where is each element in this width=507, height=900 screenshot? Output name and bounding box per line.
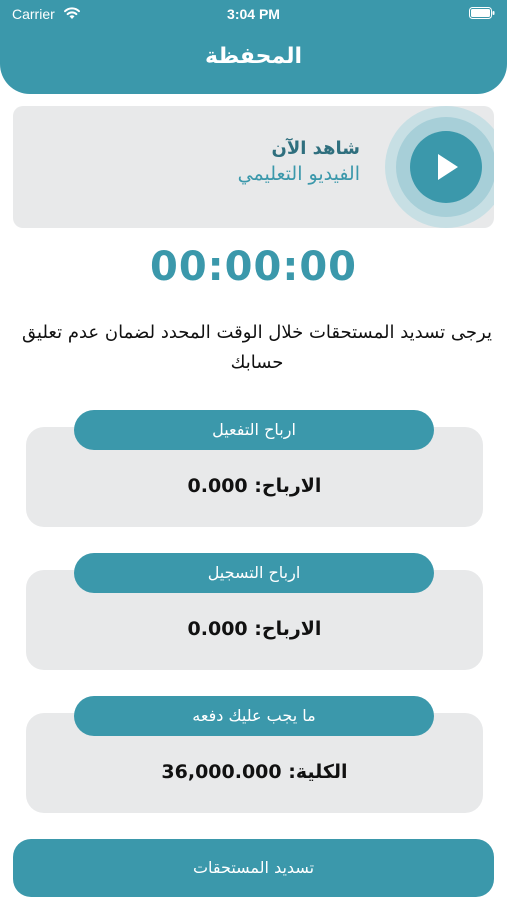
earnings-value: 0.000 xyxy=(187,475,248,497)
app-header: Carrier 3:04 PM المحفظة xyxy=(0,0,507,94)
activation-earnings-value-row: الارباح: 0.000 xyxy=(26,475,483,497)
activation-earnings-label: ارباح التفعيل xyxy=(74,410,434,450)
play-icon xyxy=(438,154,458,180)
earnings-value: 0.000 xyxy=(187,618,248,640)
video-card[interactable]: شاهد الآن الفيديو التعليمي xyxy=(13,106,494,228)
amount-due-label: ما يجب عليك دفعه xyxy=(74,696,434,736)
total-value: 36,000.000 xyxy=(161,761,282,783)
registration-earnings-value-row: الارباح: 0.000 xyxy=(26,618,483,640)
play-video-button[interactable] xyxy=(410,131,482,203)
video-subtitle: الفيديو التعليمي xyxy=(237,163,360,185)
video-title: شاهد الآن xyxy=(271,138,360,159)
status-time: 3:04 PM xyxy=(227,6,280,22)
earnings-value-label: الارباح: xyxy=(254,618,322,640)
registration-earnings-label: ارباح التسجيل xyxy=(74,553,434,593)
pay-dues-button[interactable]: تسديد المستحقات xyxy=(13,839,494,897)
earnings-value-label: الارباح: xyxy=(254,475,322,497)
video-text: شاهد الآن الفيديو التعليمي xyxy=(238,138,360,185)
status-bar: Carrier 3:04 PM xyxy=(0,0,507,28)
battery-icon xyxy=(469,7,495,19)
total-value-label: الكلية: xyxy=(288,761,348,783)
countdown-timer: 00:00:00 xyxy=(150,244,357,290)
page-title: المحفظة xyxy=(204,44,302,69)
amount-due-value-row: الكلية: 36,000.000 xyxy=(26,761,483,783)
payment-notice: يرجى تسديد المستحقات خلال الوقت المحدد ل… xyxy=(22,322,492,373)
